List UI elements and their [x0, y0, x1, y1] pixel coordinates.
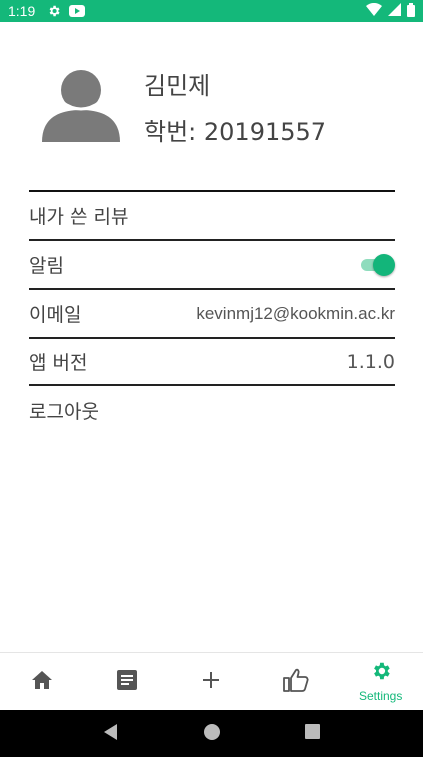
profile-name: 김민제 — [144, 72, 211, 100]
my-reviews-label: 내가 쓴 리뷰 — [29, 206, 129, 228]
notifications-label: 알림 — [29, 255, 64, 277]
gear-icon — [370, 660, 392, 686]
thumbs-up-icon — [283, 668, 309, 696]
nav-settings[interactable]: Settings — [338, 653, 423, 710]
home-icon — [31, 670, 53, 694]
email-row: 이메일 kevinmj12@kookmin.ac.kr — [29, 288, 395, 337]
email-label: 이메일 — [29, 304, 82, 326]
notifications-row: 알림 — [29, 239, 395, 288]
system-nav-bar — [0, 710, 423, 757]
notifications-toggle[interactable] — [359, 253, 395, 277]
nav-home[interactable] — [0, 653, 85, 710]
back-icon[interactable] — [103, 723, 119, 744]
home-circle-icon[interactable] — [203, 723, 220, 744]
nav-add[interactable] — [169, 653, 254, 710]
logout-label: 로그아웃 — [29, 401, 99, 423]
profile-header: 김민제 학번: 20191557 — [0, 22, 423, 190]
signal-icon — [388, 3, 401, 19]
status-right — [366, 2, 415, 20]
nav-settings-label: Settings — [358, 689, 403, 703]
nav-recommend[interactable] — [254, 653, 339, 710]
email-value: kevinmj12@kookmin.ac.kr — [196, 303, 395, 323]
youtube-status-icon — [69, 5, 86, 17]
student-id-line: 학번: 20191557 — [144, 112, 326, 147]
status-bar: 1:19 — [0, 0, 423, 22]
app-version-row: 앱 버전 1.1.0 — [29, 337, 395, 386]
student-id-label: 학번: — [144, 118, 197, 146]
avatar-icon — [42, 70, 120, 142]
bottom-nav: Settings — [0, 652, 423, 710]
gear-status-icon — [47, 4, 61, 18]
student-id-value: 20191557 — [203, 118, 327, 146]
app-version-label: 앱 버전 — [29, 352, 88, 374]
toggle-thumb — [373, 253, 395, 276]
battery-icon — [407, 2, 415, 20]
nav-reviews[interactable] — [85, 653, 170, 710]
wifi-icon — [366, 2, 382, 19]
recents-icon[interactable] — [305, 724, 321, 743]
app-version-value: 1.1.0 — [346, 350, 395, 373]
logout-row[interactable]: 로그아웃 — [29, 386, 395, 435]
plus-icon — [203, 671, 220, 692]
status-time: 1:19 — [8, 3, 36, 19]
settings-menu: 내가 쓴 리뷰 알림 이메일 kevinmj12@kookmin.ac.kr 앱… — [29, 190, 395, 435]
my-reviews-row[interactable]: 내가 쓴 리뷰 — [29, 190, 395, 239]
document-icon — [116, 669, 137, 694]
